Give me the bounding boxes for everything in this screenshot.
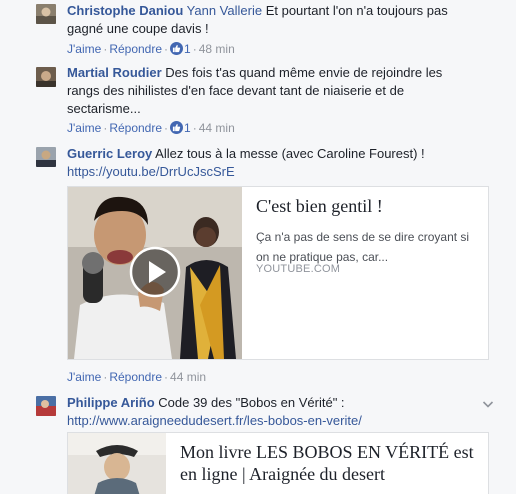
link-preview[interactable]: C'est bien gentil ! Ça n'a pas de sens d… bbox=[67, 186, 489, 360]
comment-text: Christophe Daniou Yann Vallerie Et pourt… bbox=[67, 2, 472, 38]
comment-link[interactable]: http://www.araigneedudesert.fr/les-bobos… bbox=[67, 413, 362, 428]
reply-button[interactable]: Répondre bbox=[109, 121, 162, 135]
separator: · bbox=[192, 42, 197, 56]
separator: · bbox=[192, 121, 197, 135]
comment-time[interactable]: 44 min bbox=[170, 370, 206, 384]
comment-author[interactable]: Christophe Daniou bbox=[67, 3, 183, 18]
comment-actions: J'aime · Répondre · 1 · 44 min bbox=[67, 120, 235, 136]
comment-time[interactable]: 48 min bbox=[199, 42, 235, 56]
avatar[interactable] bbox=[36, 147, 56, 167]
preview-title[interactable]: C'est bien gentil ! bbox=[256, 195, 476, 217]
comment-text: Martial Roudier Des fois t'as quand même… bbox=[67, 64, 472, 118]
preview-domain: YOUTUBE.COM bbox=[256, 263, 341, 275]
comment-author[interactable]: Martial Roudier bbox=[67, 65, 162, 80]
comment-body: Allez tous à la messe (avec Caroline Fou… bbox=[152, 146, 425, 161]
separator: · bbox=[164, 42, 169, 56]
link-preview[interactable]: Mon livre LES BOBOS EN VÉRITÉ est en lig… bbox=[67, 432, 489, 494]
comment-author[interactable]: Philippe Ariño bbox=[67, 395, 155, 410]
comment-author[interactable]: Guerric Leroy bbox=[67, 146, 152, 161]
preview-title[interactable]: Mon livre LES BOBOS EN VÉRITÉ est en lig… bbox=[180, 441, 480, 485]
like-button[interactable]: J'aime bbox=[67, 121, 101, 135]
avatar[interactable] bbox=[36, 67, 56, 87]
comment-time[interactable]: 44 min bbox=[199, 121, 235, 135]
thumbs-up-icon[interactable] bbox=[170, 42, 184, 55]
comment-actions: J'aime · Répondre · 1 · 48 min bbox=[67, 41, 235, 57]
separator: · bbox=[164, 121, 169, 135]
thumbs-up-icon[interactable] bbox=[170, 121, 184, 134]
comment-body: Code 39 des "Bobos en Vérité" : bbox=[154, 395, 345, 410]
like-button[interactable]: J'aime bbox=[67, 370, 101, 384]
like-count[interactable]: 1 bbox=[184, 121, 191, 135]
reply-button[interactable]: Répondre bbox=[109, 370, 162, 384]
avatar[interactable] bbox=[36, 396, 56, 416]
chevron-down-icon[interactable] bbox=[482, 398, 494, 410]
comment-text: Guerric Leroy Allez tous à la messe (ave… bbox=[67, 145, 472, 181]
like-button[interactable]: J'aime bbox=[67, 42, 101, 56]
avatar[interactable] bbox=[36, 4, 56, 24]
reply-button[interactable]: Répondre bbox=[109, 42, 162, 56]
link-thumbnail[interactable] bbox=[68, 433, 166, 494]
separator: · bbox=[164, 370, 169, 384]
comment-actions: J'aime · Répondre · 44 min bbox=[67, 369, 206, 385]
comment-text: Philippe Ariño Code 39 des "Bobos en Vér… bbox=[67, 394, 466, 430]
video-thumbnail[interactable] bbox=[68, 187, 242, 359]
preview-description: Ça n'a pas de sens de se dire croyant si… bbox=[256, 230, 470, 264]
like-count[interactable]: 1 bbox=[184, 42, 191, 56]
play-icon[interactable] bbox=[129, 246, 181, 298]
comment-mention[interactable]: Yann Vallerie bbox=[187, 3, 262, 18]
comment-link[interactable]: https://youtu.be/DrrUcJscSrE bbox=[67, 164, 235, 179]
